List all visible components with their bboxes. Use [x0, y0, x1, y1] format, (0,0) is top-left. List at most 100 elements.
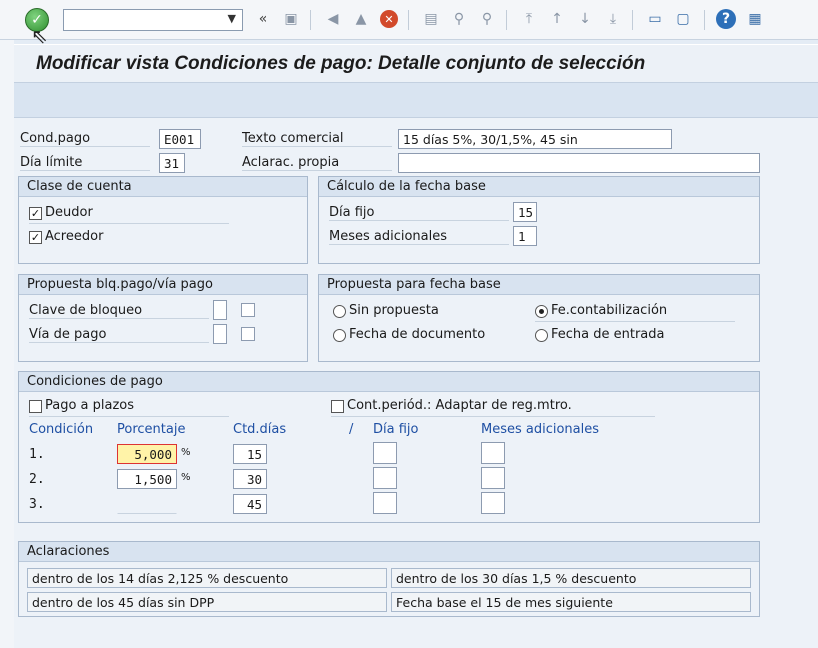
application-toolbar [14, 82, 818, 118]
aclaracion-line: Fecha base el 15 de mes siguiente [391, 592, 751, 612]
col-meses-header: Meses adicionales [481, 422, 600, 437]
dia-fijo-field[interactable] [373, 467, 397, 489]
calculo-fecha-title: Cálculo de la fecha base [319, 177, 759, 197]
pago-plazos-label: Pago a plazos [45, 398, 135, 413]
dia-limite-label: Día límite [20, 155, 150, 171]
page-title: Modificar vista Condiciones de pago: Det… [36, 53, 646, 74]
back-icon[interactable]: ◀ [322, 8, 344, 30]
find-next-icon[interactable]: ⚲ [476, 8, 498, 30]
meses-adicionales-label: Meses adicionales [329, 229, 509, 245]
fecha-documento-radio[interactable] [333, 329, 346, 342]
ctd-dias-field[interactable]: 15 [233, 444, 267, 464]
propuesta-bloqueo-title: Propuesta blq.pago/vía pago [19, 275, 307, 295]
cont-periodo-label: Cont.periód.: Adaptar de reg.mtro. [347, 398, 572, 413]
command-field[interactable]: ▼ [63, 9, 243, 31]
sin-propuesta-radio[interactable] [333, 305, 346, 318]
meses-adicionales-field[interactable]: 1 [513, 226, 537, 246]
toolbar-separator [506, 10, 507, 30]
left-strip [0, 40, 14, 648]
first-page-icon[interactable]: ⤒ [518, 8, 540, 30]
aclaracion-line: dentro de los 30 días 1,5 % descuento [391, 568, 751, 588]
cond-pago-label: Cond.pago [20, 131, 150, 147]
dia-limite-field[interactable]: 31 [159, 153, 185, 173]
fecha-documento-label: Fecha de documento [349, 327, 486, 342]
find-icon[interactable]: ⚲ [448, 8, 470, 30]
calculo-fecha-group: Cálculo de la fecha base Día fijo 15 Mes… [318, 176, 760, 264]
dropdown-icon[interactable]: ▼ [228, 12, 236, 25]
deudor-label: Deudor [45, 205, 93, 220]
col-ctd-dias-header: Ctd.días [233, 422, 287, 437]
clase-cuenta-group: Clase de cuenta ✓ Deudor ✓ Acreedor [18, 176, 308, 264]
cont-periodo-checkbox[interactable] [331, 400, 344, 413]
clave-bloqueo-label: Clave de bloqueo [29, 303, 209, 319]
propuesta-bloqueo-group: Propuesta blq.pago/vía pago Clave de blo… [18, 274, 308, 362]
fecha-entrada-radio[interactable] [535, 329, 548, 342]
row-number: 2. [29, 472, 45, 487]
new-session-icon[interactable]: ▭ [644, 8, 666, 30]
meses-adicionales-field[interactable] [481, 467, 505, 489]
aclaracion-line: dentro de los 14 días 2,125 % descuento [27, 568, 387, 588]
toolbar-separator [704, 10, 705, 30]
porcentaje-field[interactable]: 1,500 [117, 469, 177, 489]
deudor-checkbox[interactable]: ✓ [29, 207, 42, 220]
clave-bloqueo-checkbox[interactable] [241, 303, 255, 317]
cond-pago-field[interactable]: E001 [159, 129, 201, 149]
acreedor-label: Acreedor [45, 229, 104, 244]
divider [29, 223, 229, 224]
next-page-icon[interactable]: ↓ [574, 8, 596, 30]
dia-fijo-field[interactable]: 15 [513, 202, 537, 222]
propuesta-fecha-group: Propuesta para fecha base Sin propuesta … [318, 274, 760, 362]
layout-icon[interactable]: ▦ [744, 8, 766, 30]
cancel-icon[interactable]: ✕ [380, 10, 398, 28]
divider [331, 416, 655, 417]
toolbar-separator [310, 10, 311, 30]
clave-bloqueo-field[interactable] [213, 300, 227, 320]
col-dia-fijo-header: Día fijo [373, 422, 419, 437]
last-page-icon[interactable]: ⤓ [602, 8, 624, 30]
fe-contabilizacion-label: Fe.contabilización [551, 303, 668, 318]
percent-sign: % [181, 447, 191, 458]
aclaraciones-title: Aclaraciones [19, 542, 759, 562]
back-double-icon[interactable]: « [252, 8, 274, 30]
fecha-entrada-label: Fecha de entrada [551, 327, 665, 342]
main-area: Cond.pago E001 Texto comercial 15 días 5… [14, 118, 818, 648]
row-number: 3. [29, 497, 45, 512]
meses-adicionales-field[interactable] [481, 492, 505, 514]
condiciones-pago-title: Condiciones de pago [19, 372, 759, 392]
ctd-dias-field[interactable]: 45 [233, 494, 267, 514]
exit-icon[interactable]: ▲ [350, 8, 372, 30]
sin-propuesta-label: Sin propuesta [349, 303, 439, 318]
col-porcentaje-header: Porcentaje [117, 422, 186, 437]
dia-fijo-field[interactable] [373, 492, 397, 514]
aclaraciones-group: Aclaraciones dentro de los 14 días 2,125… [18, 541, 760, 617]
toolbar-separator [632, 10, 633, 30]
prev-page-icon[interactable]: ↑ [546, 8, 568, 30]
divider [29, 416, 229, 417]
condiciones-pago-group: Condiciones de pago Pago a plazos Cont.p… [18, 371, 760, 523]
via-pago-field[interactable] [213, 324, 227, 344]
shortcut-icon[interactable]: ▢ [672, 8, 694, 30]
meses-adicionales-field[interactable] [481, 442, 505, 464]
col-slash-header: / [349, 422, 354, 437]
aclarac-propia-field[interactable] [398, 153, 760, 173]
col-condicion-header: Condición [29, 422, 94, 437]
texto-comercial-field[interactable]: 15 días 5%, 30/1,5%, 45 sin [398, 129, 672, 149]
dia-fijo-field[interactable] [373, 442, 397, 464]
via-pago-label: Vía de pago [29, 327, 209, 343]
percent-sign: % [181, 472, 191, 483]
propuesta-fecha-title: Propuesta para fecha base [319, 275, 759, 295]
fe-contabilizacion-radio[interactable] [535, 305, 548, 318]
save-icon[interactable]: ▣ [280, 8, 302, 30]
print-icon[interactable]: ▤ [420, 8, 442, 30]
pago-plazos-checkbox[interactable] [29, 400, 42, 413]
porcentaje-field[interactable] [117, 494, 177, 514]
ctd-dias-field[interactable]: 30 [233, 469, 267, 489]
via-pago-checkbox[interactable] [241, 327, 255, 341]
help-icon[interactable]: ? [716, 9, 736, 29]
clase-cuenta-title: Clase de cuenta [19, 177, 307, 197]
acreedor-checkbox[interactable]: ✓ [29, 231, 42, 244]
row-number: 1. [29, 447, 45, 462]
toolbar-separator [408, 10, 409, 30]
texto-comercial-label: Texto comercial [242, 131, 392, 147]
porcentaje-field[interactable]: 5,000 [117, 444, 177, 464]
